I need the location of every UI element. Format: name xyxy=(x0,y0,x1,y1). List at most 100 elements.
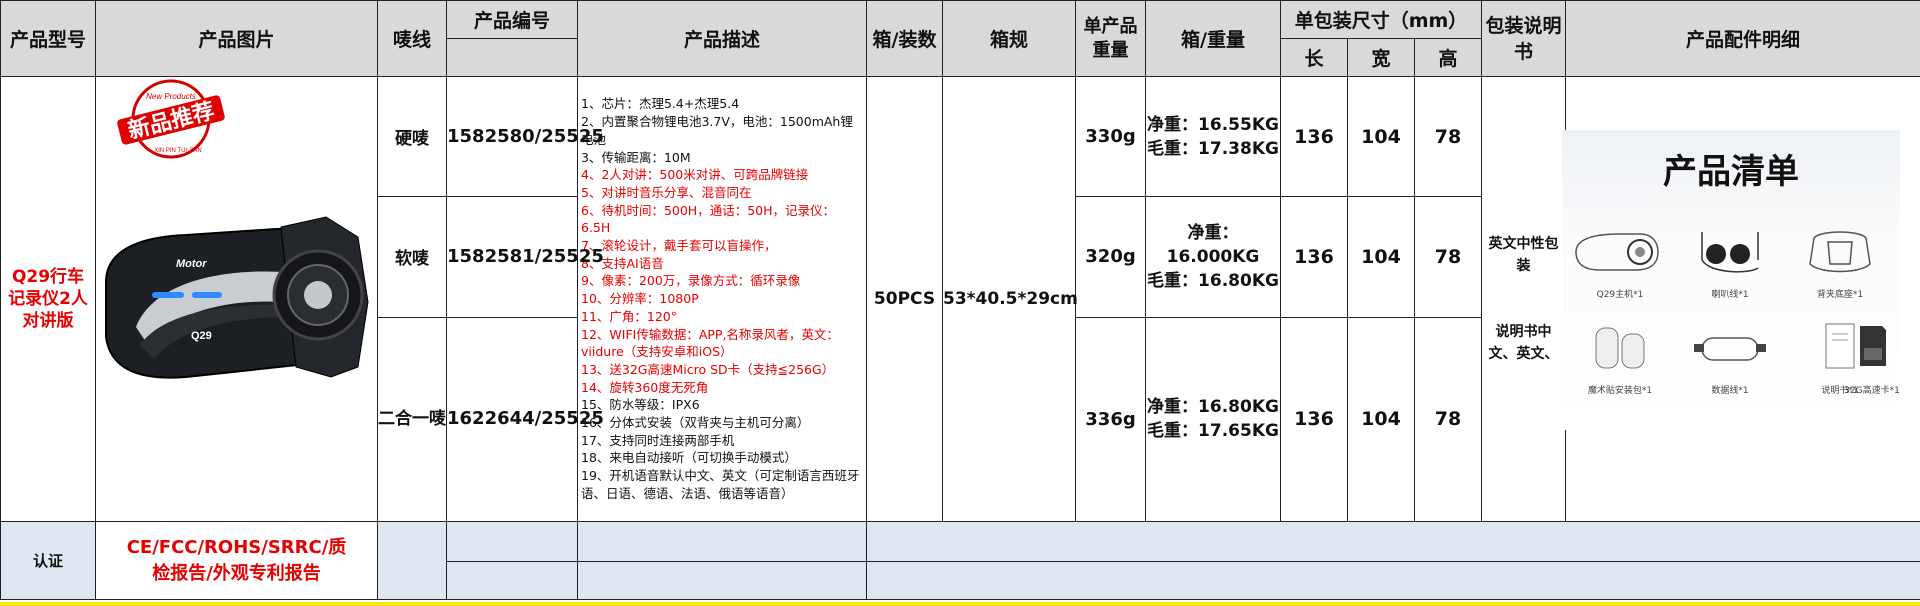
header-mount: 唛线 xyxy=(377,0,447,77)
accessory-label-2: 喇叭线*1 xyxy=(1711,290,1749,300)
variant-2-unit-weight: 320g xyxy=(1075,196,1146,318)
accessory-item-velcro: 魔术贴安装包*1 xyxy=(1570,320,1670,396)
variant-2-box-weight: 净重：16.000KG 毛重：16.80KG xyxy=(1145,196,1281,318)
description-line: 11、广角：120° xyxy=(581,308,678,324)
accessory-list-title: 产品清单 xyxy=(1663,152,1799,192)
accessory-list: 产品清单 Q29主机*1 喇叭线*1 背夹底座*1 魔术贴安装包*1 数据线*1… xyxy=(1562,130,1900,430)
header-desc: 产品描述 xyxy=(577,0,867,77)
usb-cable-icon xyxy=(1694,337,1766,361)
device-illustration: Motor Q29 xyxy=(105,216,369,379)
description-line: 9、像素：200万，录像方式：循环录像 xyxy=(581,273,801,289)
variant-3-length: 136 xyxy=(1280,316,1348,523)
accessory-item-clip: 背夹底座*1 xyxy=(1790,224,1890,300)
variant-1-mount: 硬唛 xyxy=(377,75,447,198)
accessory-label-5: 数据线*1 xyxy=(1711,386,1749,396)
speaker-cable-icon xyxy=(1701,232,1759,273)
product-description: 1、芯片：杰理5.4+杰理5.4 2、内置聚合物锂电池3.7V，电池：1500mA… xyxy=(577,76,867,522)
variant-1-length: 136 xyxy=(1280,75,1348,198)
variant-3-gross: 毛重：17.65KG xyxy=(1147,421,1279,442)
bottom-highlight-bar xyxy=(0,602,1920,606)
header-manual: 包装说明书 xyxy=(1481,0,1567,77)
product-model: Q29行车记录仪2人对讲版 xyxy=(0,76,96,522)
accessory-item-sd: 32G高速卡*1 xyxy=(1842,320,1902,396)
description-line: 14、旋转360度无死角 xyxy=(581,379,709,395)
description-line: 18、来电自动接听（可切换手动模式） xyxy=(581,450,797,466)
device-model-text: Q29 xyxy=(191,330,212,342)
description-line: 8、支持AI语音 xyxy=(581,255,664,271)
variant-1-code: 1582580/25525 xyxy=(446,75,604,198)
device-brand-text: Motor xyxy=(176,258,207,270)
variant-1-gross: 毛重：17.38KG xyxy=(1147,138,1279,159)
manual-text: 英文中性包装 xyxy=(1488,236,1559,274)
description-line: 13、送32G高速Micro SD卡（支持≦256G） xyxy=(581,361,835,377)
header-pack-size: 单包装尺寸（mm） xyxy=(1279,0,1483,39)
header-unit-weight: 单产品重量 xyxy=(1075,0,1146,77)
header-length: 长 xyxy=(1280,38,1348,77)
cert-blank-3 xyxy=(577,521,867,562)
header-box-spec: 箱规 xyxy=(942,0,1076,77)
accessory-label-3: 背夹底座*1 xyxy=(1816,290,1864,300)
new-product-badge: New Products 新品推荐 XIN PIN TUI JIAN xyxy=(117,79,225,159)
header-model: 产品型号 xyxy=(0,0,96,77)
accessory-label-4: 魔术贴安装包*1 xyxy=(1587,386,1653,396)
variant-2-height: 78 xyxy=(1413,196,1483,318)
description-line: 3、传输距离：10M xyxy=(581,149,691,165)
badge-bottom-text: XIN PIN TUI JIAN xyxy=(154,148,202,154)
description-line: 10、分辨率：1080P xyxy=(581,291,699,307)
variant-2-net: 净重：16.000KG xyxy=(1166,222,1260,267)
variant-2-length: 136 xyxy=(1280,196,1348,318)
product-picture: New Products 新品推荐 XIN PIN TUI JIAN Motor… xyxy=(95,76,378,522)
velcro-pads-icon xyxy=(1595,327,1645,369)
variant-3-net: 净重：16.80KG xyxy=(1147,397,1279,418)
accessory-label-1: Q29主机*1 xyxy=(1596,290,1644,300)
accessory-item-main-unit: Q29主机*1 xyxy=(1570,224,1670,300)
manual-note: 说明书中文、英文、 xyxy=(1488,324,1559,362)
description-line: 6、待机时间：500H，通话：50H，记录仪：6.5H xyxy=(581,202,836,236)
cert-blank-5 xyxy=(446,561,578,600)
cert-blank-7 xyxy=(865,561,1920,600)
back-clip-icon xyxy=(1809,231,1871,273)
header-picture: 产品图片 xyxy=(95,0,378,77)
sd-card-icon xyxy=(1860,326,1886,366)
variant-2-code: 1582581/25525 xyxy=(446,196,604,318)
description-line: 17、支持同时连接两部手机 xyxy=(581,432,735,448)
product-image: New Products 新品推荐 XIN PIN TUI JIAN Motor… xyxy=(105,79,369,379)
cert-blank-4 xyxy=(865,521,1920,562)
description-line: 1、芯片：杰理5.4+杰理5.4 xyxy=(581,96,740,112)
variant-1-width: 104 xyxy=(1347,75,1415,198)
badge-top-text: New Products xyxy=(146,92,196,101)
description-line: 16、分体式安装（双背夹与主机可分离） xyxy=(581,415,810,431)
manual-cell: 英文中性包装 说明书中文、英文、 xyxy=(1481,76,1567,522)
variant-2-mount: 软唛 xyxy=(377,196,447,318)
header-box-qty: 箱/装数 xyxy=(866,0,943,77)
description-line: 4、2人对讲：500米对讲、可跨品牌链接 xyxy=(581,167,809,183)
cert-value: CE/FCC/ROHS/SRRC/质检报告/外观专利报告 xyxy=(95,521,378,600)
variant-1-height: 78 xyxy=(1413,75,1483,198)
header-width: 宽 xyxy=(1347,38,1415,77)
header-code: 产品编号 xyxy=(446,0,578,39)
box-spec: 53*40.5*29cm xyxy=(942,76,1078,522)
accessory-item-usb: 数据线*1 xyxy=(1680,320,1780,396)
variant-3-height: 78 xyxy=(1413,316,1483,523)
header-code-blank xyxy=(446,38,578,77)
variant-3-width: 104 xyxy=(1347,316,1415,523)
description-line: 2、内置聚合物锂电池3.7V，电池：1500mAh锂电池 xyxy=(581,114,853,147)
description-line: 12、WIFI传输数据：APP,名称录风者，英文：viidure（支持安卓和iO… xyxy=(581,326,839,360)
variant-1-unit-weight: 330g xyxy=(1075,75,1146,198)
description-line: 19、开机语音默认中文、英文（可定制语言西班牙语、日语、德语、法语、俄语等语音） xyxy=(581,468,860,501)
cert-blank-6 xyxy=(577,561,867,600)
header-height: 高 xyxy=(1413,38,1483,77)
variant-3-unit-weight: 336g xyxy=(1075,316,1146,523)
variant-3-mount: 二合一唛 xyxy=(377,316,447,523)
variant-2-gross: 毛重：16.80KG xyxy=(1147,270,1279,291)
accessory-item-speaker: 喇叭线*1 xyxy=(1680,224,1780,300)
box-qty: 50PCS xyxy=(866,76,943,522)
description-line: 15、防水等级：IPX6 xyxy=(581,397,700,413)
description-line: 5、对讲时音乐分享、混音同在 xyxy=(581,184,752,200)
description-line: 7、滚轮设计，戴手套可以盲操作， xyxy=(581,238,777,254)
header-accessories: 产品配件明细 xyxy=(1565,0,1920,77)
cert-blank-1 xyxy=(377,521,447,600)
cert-blank-2 xyxy=(446,521,578,562)
variant-1-box-weight: 净重：16.55KG 毛重：17.38KG xyxy=(1145,75,1281,198)
header-box-weight: 箱/重量 xyxy=(1145,0,1281,77)
